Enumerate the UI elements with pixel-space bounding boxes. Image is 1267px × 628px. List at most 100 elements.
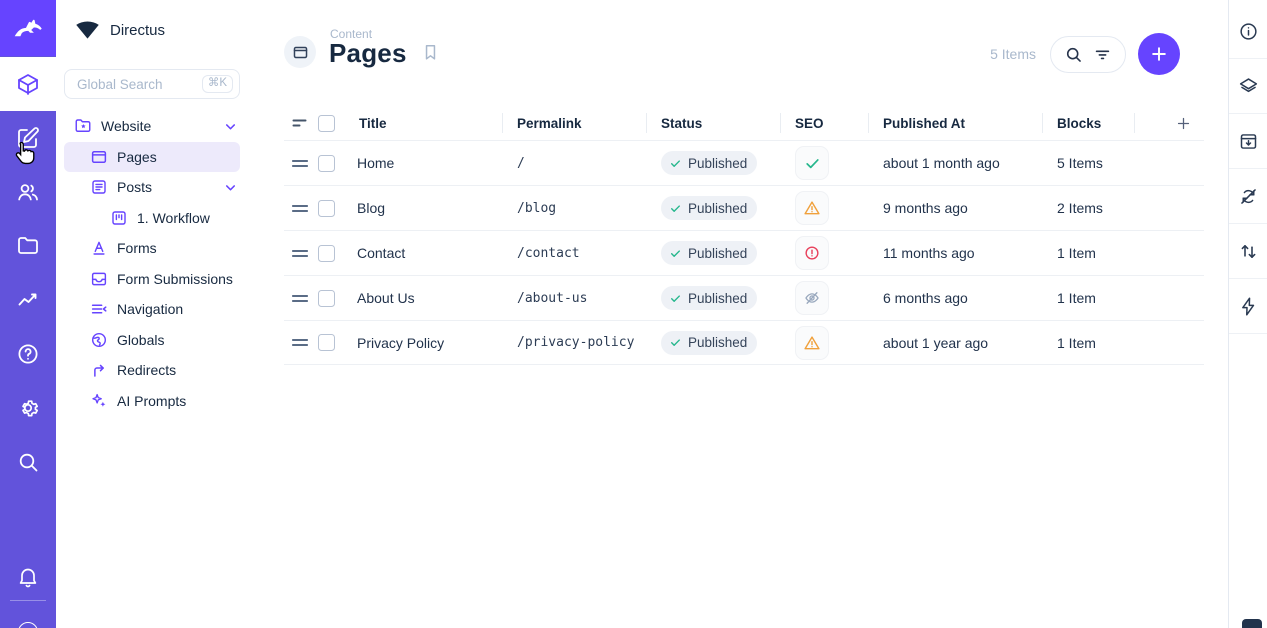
mouse-cursor [13,141,36,166]
column-header-permalink[interactable]: Permalink [502,106,646,140]
check-icon [669,202,682,215]
folder-icon [16,234,40,258]
archive-download-icon [1238,131,1259,152]
trending-chart-icon [16,288,40,312]
table-row[interactable]: Privacy Policy /privacy-policy Published… [284,320,1204,365]
right-sidebar [1228,0,1267,628]
row-checkbox[interactable] [318,334,335,351]
module-settings[interactable] [0,381,56,435]
module-search[interactable] [0,435,56,489]
row-checkbox[interactable] [318,155,335,172]
notifications-button[interactable] [0,550,56,604]
column-header-blocks[interactable]: Blocks [1042,106,1134,140]
search-button[interactable] [1064,45,1083,64]
column-header-published-at[interactable]: Published At [868,106,1042,140]
sync-disabled-icon [1238,186,1259,207]
seo-hidden-icon [795,281,829,315]
add-item-button[interactable] [1138,33,1180,75]
bell-icon [16,565,40,589]
cell-title: Contact [344,245,502,261]
sidebar-item-posts[interactable]: Posts [64,172,240,202]
project-logo-icon [75,21,100,40]
sidebar-section-layers[interactable] [1229,59,1267,114]
sidebar-item-label: 1. Workflow [137,210,240,226]
cell-title: Home [344,155,502,171]
kanban-icon [110,209,128,227]
column-header-title[interactable]: Title [344,106,502,140]
global-search-input[interactable]: Global Search ⌘K [64,69,240,99]
sidebar-section-sync-disabled[interactable] [1229,169,1267,224]
drag-handle-icon[interactable] [284,294,310,303]
sidebar-item-forms[interactable]: Forms [64,233,240,263]
sidebar-toggle-icon[interactable] [1242,619,1262,628]
sidebar-item-website[interactable]: Website [64,111,240,141]
column-header-status[interactable]: Status [646,106,780,140]
sidebar-section-info[interactable] [1229,4,1267,59]
drag-handle-icon[interactable] [284,338,310,347]
module-insights[interactable] [0,273,56,327]
sidebar-item-redirects[interactable]: Redirects [64,355,240,385]
sidebar-section-archive[interactable] [1229,114,1267,169]
table-row[interactable]: Contact /contact Published 11 months ago… [284,230,1204,275]
seo-error-icon [795,236,829,270]
manual-sort-button[interactable] [284,106,310,140]
sidebar-item-pages[interactable]: Pages [64,142,240,172]
drag-handle-icon[interactable] [284,204,310,213]
cell-title: Blog [344,200,502,216]
status-badge: Published [661,151,757,175]
chevron-down-icon[interactable] [223,180,238,195]
page-header: Content Pages 5 Items [284,26,1204,78]
article-icon [90,178,108,196]
table-header: Title Permalink Status SEO Published At … [284,106,1204,140]
row-checkbox[interactable] [318,200,335,217]
project-logo[interactable]: Directus [75,16,165,44]
module-files[interactable] [0,219,56,273]
drag-handle-icon[interactable] [284,249,310,258]
info-icon [1238,21,1259,42]
column-header-seo[interactable]: SEO [780,106,868,140]
module-help[interactable] [0,327,56,381]
account-circle-icon[interactable] [18,622,38,628]
table-row[interactable]: Blog /blog Published 9 months ago 2 Item… [284,185,1204,230]
module-content[interactable] [0,57,56,111]
row-checkbox[interactable] [318,290,335,307]
directus-logo[interactable] [0,0,56,56]
sidebar-item-ai-prompts[interactable]: AI Prompts [64,386,240,416]
plus-icon [1149,44,1169,64]
drag-handle-icon[interactable] [284,159,310,168]
global-search-placeholder: Global Search [77,77,194,92]
keyboard-shortcut-badge: ⌘K [202,75,233,93]
title-a-icon [90,239,108,257]
sidebar-section-flows[interactable] [1229,279,1267,334]
sidebar-item-workflow[interactable]: 1. Workflow [64,203,240,233]
sidebar-section-import-export[interactable] [1229,224,1267,279]
sidebar-item-navigation[interactable]: Navigation [64,294,240,324]
seo-warning-icon [795,191,829,225]
row-checkbox[interactable] [318,245,335,262]
table-row[interactable]: About Us /about-us Published 6 months ag… [284,275,1204,320]
menu-list-icon [90,300,108,318]
cell-published-at: 9 months ago [868,200,1042,216]
sidebar-item-label: AI Prompts [117,393,240,409]
sparkles-icon [90,392,108,410]
browser-window-icon [90,148,108,166]
sidebar-item-label: Posts [117,179,214,195]
seo-ok-icon [795,146,829,180]
search-filter-group [1050,36,1126,73]
filter-button[interactable] [1093,45,1112,64]
module-users[interactable] [0,165,56,219]
sort-icon [292,117,308,129]
cell-permalink: /about-us [502,291,646,306]
cell-permalink: /contact [502,246,646,261]
table-row[interactable]: Home / Published about 1 month ago 5 Ite… [284,140,1204,185]
sidebar-item-globals[interactable]: Globals [64,325,240,355]
cell-blocks: 1 Item [1042,335,1134,351]
bookmark-button[interactable] [421,42,440,63]
cell-blocks: 5 Items [1042,155,1134,171]
select-all-checkbox[interactable] [318,115,335,132]
main-content: Content Pages 5 Items [256,0,1228,628]
sidebar-item-form-submissions[interactable]: Form Submissions [64,264,240,294]
chevron-down-icon[interactable] [223,119,238,134]
add-column-button[interactable] [1134,106,1204,140]
browser-window-icon [292,44,309,61]
